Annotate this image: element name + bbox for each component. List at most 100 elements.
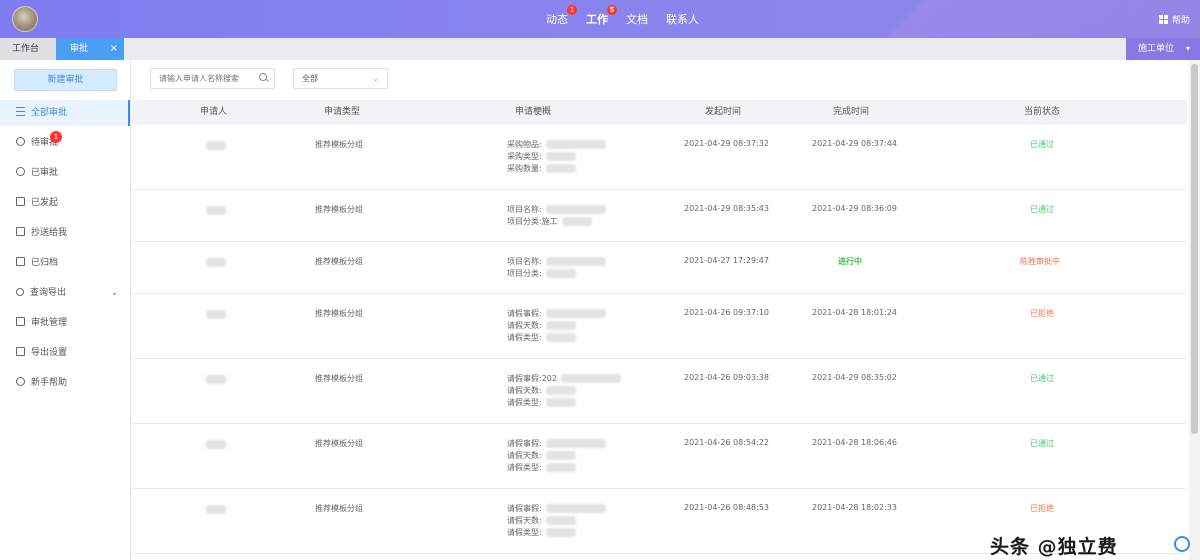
redacted-value	[545, 152, 576, 161]
column-header: 申请梗概	[515, 107, 552, 117]
search-input[interactable]	[150, 68, 275, 89]
summary-text: 请假天数:	[507, 321, 542, 330]
request-summary: 采购物品: 采购类型: 采购数量:	[507, 139, 606, 175]
sidebar-item-pending[interactable]: 待审批 1	[0, 130, 130, 160]
top-bar: 动态 1 工作 5 文档 联系人 帮助	[0, 0, 1200, 38]
summary-text: 采购类型:	[507, 152, 542, 161]
summary-line: 采购物品:	[507, 139, 606, 151]
summary-text: 请假事假:	[507, 309, 542, 318]
summary-text: 请假事假:202	[507, 374, 557, 383]
manage-icon	[16, 317, 25, 326]
table-header: 申请人 申请类型 申请梗概 发起时间 完成时间 当前状态	[132, 100, 1187, 125]
start-time: 2021-04-26 08:54:22	[684, 438, 769, 447]
status-badge: 已拒绝	[1030, 309, 1054, 318]
topbar-decoration	[730, 0, 1200, 38]
sidebar-item-manage[interactable]: 审批管理	[0, 310, 130, 340]
summary-text: 请假天数:	[507, 516, 542, 525]
sidebar-item-cc[interactable]: 抄送给我	[0, 220, 130, 250]
help-button[interactable]: 帮助	[1158, 13, 1190, 26]
summary-line: 请假天数:	[507, 385, 621, 397]
start-time: 2021-04-26 09:03:38	[684, 373, 769, 382]
close-icon[interactable]: ×	[110, 38, 118, 60]
cc-icon	[16, 227, 25, 236]
summary-text: 项目名称:	[507, 205, 542, 214]
table-row[interactable]: 推荐模板分组 请假事假: 请假天数: 请假类型: 2021-04-26 09:37:10…	[132, 294, 1187, 359]
watermark: 头条 @独立费	[990, 536, 1118, 558]
table-row[interactable]: 推荐模板分组 项目名称: 项目分类: 2021-04-27 17:29:47 进行中 陈胜…	[132, 242, 1187, 294]
list-icon	[16, 107, 25, 116]
column-header: 申请类型	[324, 107, 361, 117]
sidebar-item-initiated[interactable]: 已发起	[0, 190, 130, 220]
redacted-value	[545, 504, 606, 513]
redacted-value	[545, 309, 606, 318]
redacted-value	[545, 333, 576, 342]
status-badge: 陈胜审批中	[1020, 257, 1060, 266]
sidebar-item-all[interactable]: 全部审批	[0, 100, 130, 126]
sidebar-item-help[interactable]: 新手帮助	[0, 370, 130, 400]
redacted-value	[545, 439, 606, 448]
summary-text: 项目名称:	[507, 257, 542, 266]
table-row[interactable]: 推荐模板分组 请假事假: 请假天数: 请假类型: 2021-04-26 08:54:22…	[132, 424, 1187, 489]
table-body: 推荐模板分组 采购物品: 采购类型: 采购数量: 2021-04-29 08:37:32…	[132, 125, 1187, 554]
table-row[interactable]: 推荐模板分组 采购物品: 采购类型: 采购数量: 2021-04-29 08:37:32…	[132, 125, 1187, 190]
sidebar-item-label: 新手帮助	[31, 378, 68, 388]
search-icon	[16, 288, 24, 296]
search-icon[interactable]	[259, 73, 267, 81]
end-time: 2021-04-29 08:37:44	[812, 139, 897, 148]
tab-label: 审批	[70, 44, 89, 54]
sidebar-item-label: 审批管理	[31, 318, 68, 328]
nav-item-dynamics[interactable]: 动态 1	[546, 5, 577, 27]
sidebar-item-label: 已发起	[31, 198, 59, 208]
summary-text: 项目分类:施工	[507, 217, 558, 226]
sidebar-item-export-settings[interactable]: 导出设置	[0, 340, 130, 370]
column-header: 当前状态	[1024, 107, 1061, 117]
start-time: 2021-04-29 08:35:43	[684, 204, 769, 213]
grid-icon	[1158, 15, 1168, 24]
new-approval-button[interactable]: 新建审批	[14, 69, 117, 91]
applicant-redacted	[206, 141, 226, 150]
sidebar-item-query-export[interactable]: 查询导出 ⌄	[0, 280, 130, 310]
summary-line: 请假天数:	[507, 515, 606, 527]
sidebar-item-label: 抄送给我	[31, 228, 68, 238]
chevron-down-icon: ⌄	[372, 74, 379, 83]
summary-line: 请假天数:	[507, 320, 606, 332]
redacted-value	[545, 398, 576, 407]
nav-item-docs[interactable]: 文档	[626, 11, 648, 27]
nav-item-work[interactable]: 工作 5	[586, 5, 617, 27]
redacted-value	[545, 257, 606, 266]
folder-icon	[16, 257, 25, 266]
tab-approval[interactable]: 审批 ×	[56, 38, 124, 60]
chevron-down-icon: ⌄	[111, 288, 118, 297]
table-row[interactable]: 推荐模板分组 项目名称: 项目分类:施工 2021-04-29 08:35:43 202…	[132, 190, 1187, 242]
unit-dropdown-button[interactable]: 施工单位 ▾	[1126, 38, 1200, 60]
summary-text: 采购物品:	[507, 140, 542, 149]
status-select[interactable]: 全部 ⌄	[293, 68, 388, 89]
status-badge: 已通过	[1030, 439, 1054, 448]
summary-text: 请假类型:	[507, 463, 542, 472]
sidebar-item-approved[interactable]: 已审批	[0, 160, 130, 190]
summary-text: 请假事假:	[507, 504, 542, 513]
scroll-thumb[interactable]	[1191, 64, 1198, 434]
sidebar-item-archived[interactable]: 已归档	[0, 250, 130, 280]
summary-line: 请假事假:	[507, 438, 606, 450]
sidebar-item-label: 已审批	[31, 168, 59, 178]
nav-item-contacts[interactable]: 联系人	[666, 11, 699, 27]
redacted-value	[545, 140, 606, 149]
scrollbar[interactable]	[1189, 60, 1200, 560]
help-circle-icon	[16, 377, 25, 386]
redacted-value	[545, 164, 576, 173]
help-label: 帮助	[1171, 16, 1190, 26]
end-time: 2021-04-28 18:06:46	[812, 438, 897, 447]
nav-label: 工作	[586, 13, 608, 26]
nav-label: 动态	[546, 13, 568, 26]
column-header: 申请人	[200, 107, 228, 117]
summary-line: 请假类型:	[507, 332, 606, 344]
redacted-value	[545, 516, 576, 525]
avatar[interactable]	[12, 6, 38, 32]
sidebar-menu: 全部审批 待审批 1 已审批 已发起 抄送给我 已归档 查询导出 ⌄ 审批管理 …	[0, 100, 130, 400]
tab-workbench[interactable]: 工作台	[0, 38, 56, 60]
corner-circle-icon	[1174, 536, 1190, 552]
table-row[interactable]: 推荐模板分组 请假事假:202 请假天数: 请假类型: 2021-04-26 09:03…	[132, 359, 1187, 424]
request-summary: 项目名称: 项目分类:施工	[507, 204, 606, 228]
status-badge: 已通过	[1030, 205, 1054, 214]
